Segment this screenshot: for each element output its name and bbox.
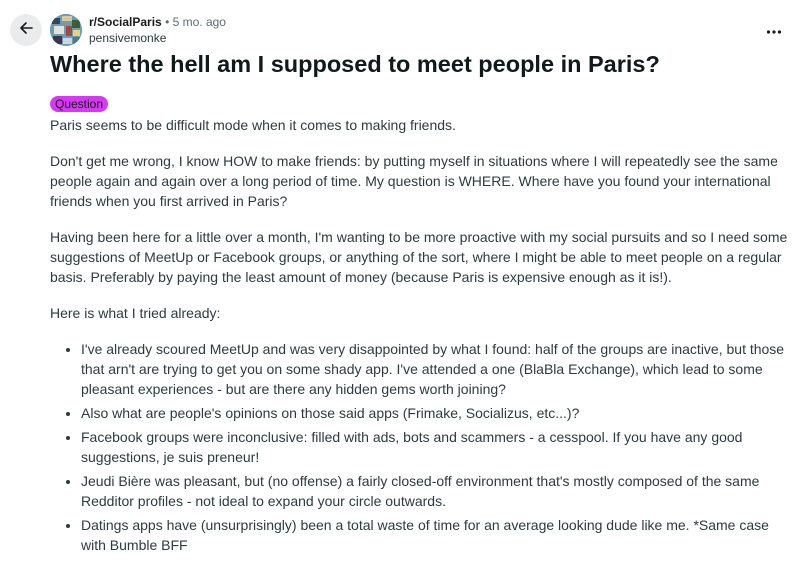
post-title: Where the hell am I supposed to meet peo… (50, 51, 660, 77)
tried-list: I've already scoured MeetUp and was very… (50, 339, 790, 555)
post-body: Paris seems to be difficult mode when it… (50, 115, 790, 559)
body-paragraph: Paris seems to be difficult mode when it… (50, 117, 456, 133)
list-item: Facebook groups were inconclusive: fille… (81, 427, 790, 467)
list-item: Datings apps have (unsurprisingly) been … (81, 515, 790, 555)
back-button[interactable] (10, 14, 42, 46)
body-paragraph: Having been here for a little over a mon… (50, 229, 788, 285)
list-item: Jeudi Bière was pleasant, but (no offens… (81, 471, 790, 511)
post-meta: r/SocialParis • 5 mo. ago pensivemonke (89, 14, 226, 46)
post-flair[interactable]: Question (50, 96, 109, 112)
list-item: Also what are people's opinions on those… (81, 403, 790, 423)
more-options-button[interactable] (762, 20, 786, 40)
subreddit-avatar[interactable] (50, 14, 82, 46)
post-age: 5 mo. ago (172, 15, 226, 29)
list-item: I've already scoured MeetUp and was very… (81, 339, 790, 399)
meta-separator: • (165, 15, 170, 29)
subreddit-link[interactable]: r/SocialParis (89, 15, 162, 29)
body-paragraph: Don't get me wrong, I know HOW to make f… (50, 153, 778, 209)
author-link[interactable]: pensivemonke (89, 30, 226, 46)
more-horizontal-icon (766, 21, 782, 39)
body-paragraph: Here is what I tried already: (50, 305, 221, 321)
arrow-left-icon (18, 20, 34, 41)
